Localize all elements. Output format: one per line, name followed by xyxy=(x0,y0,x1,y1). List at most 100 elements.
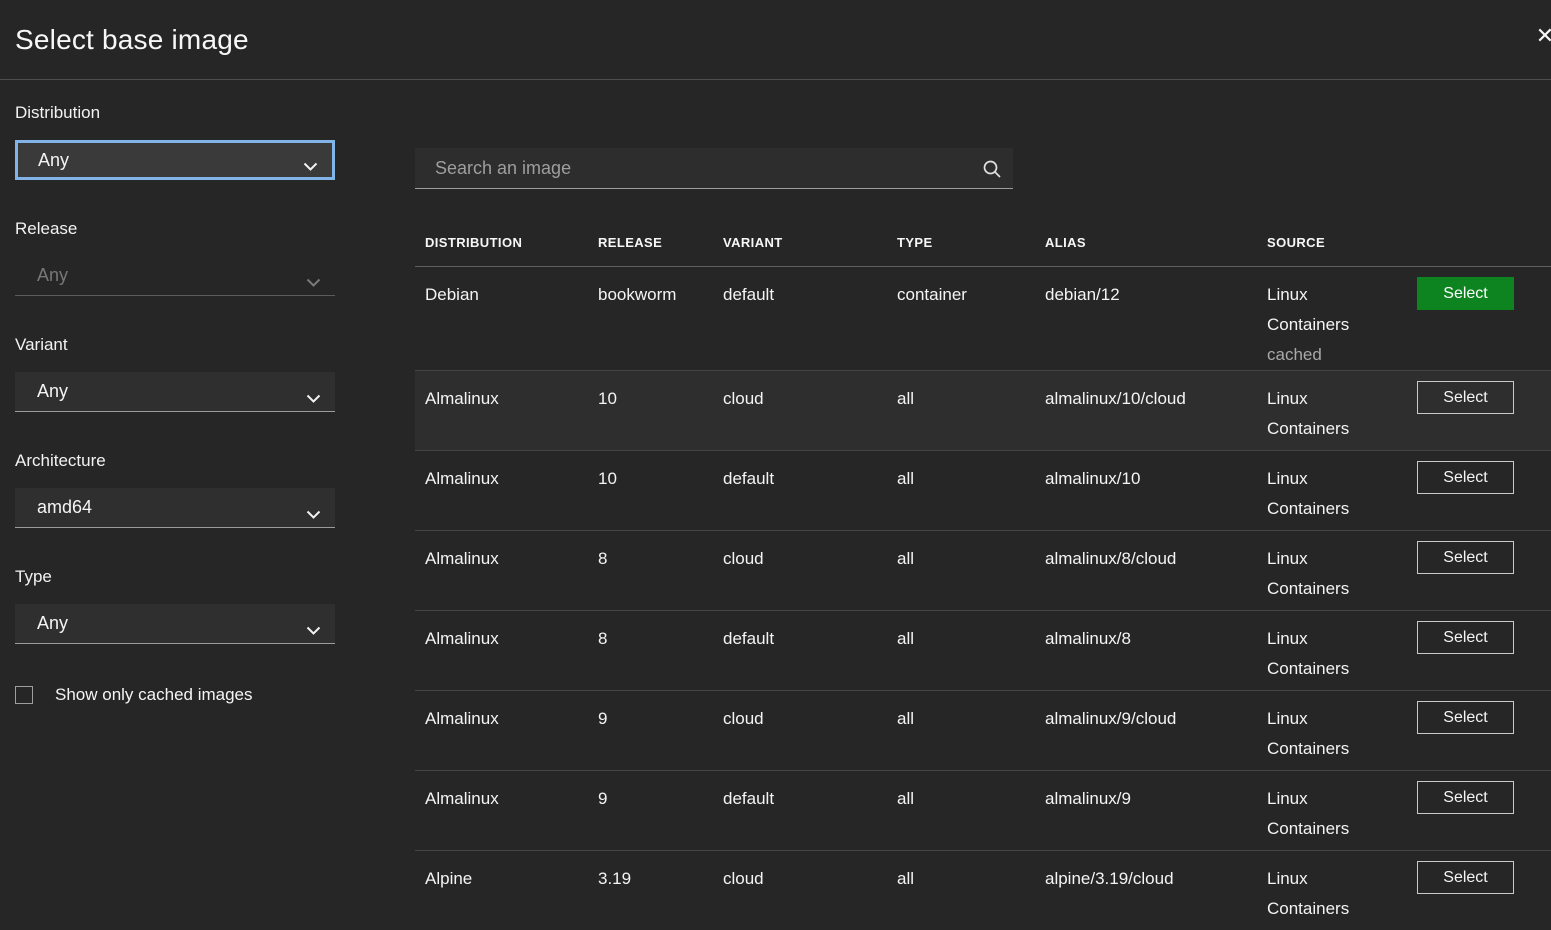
cell-release: 10 xyxy=(598,371,723,450)
cell-alias: almalinux/8/cloud xyxy=(1045,531,1267,610)
cell-variant: default xyxy=(723,267,897,370)
cell-type: all xyxy=(897,691,1045,770)
cell-alias: almalinux/10/cloud xyxy=(1045,371,1267,450)
table-row: Almalinux 9 cloud all almalinux/9/cloud … xyxy=(415,690,1551,770)
cell-actions: Select xyxy=(1417,531,1551,610)
cell-source: Linux Containers xyxy=(1267,851,1417,930)
table-header: DISTRIBUTION RELEASE VARIANT TYPE ALIAS … xyxy=(415,220,1551,267)
release-select: Any xyxy=(15,256,335,296)
cell-source: Linux Containers xyxy=(1267,771,1417,850)
cell-release: 9 xyxy=(598,771,723,850)
select-button[interactable]: Select xyxy=(1417,701,1514,734)
search-input[interactable] xyxy=(415,148,1013,188)
select-button[interactable]: Select xyxy=(1417,621,1514,654)
cached-checkbox[interactable] xyxy=(15,686,33,704)
search-icon[interactable] xyxy=(981,158,1003,185)
variant-select-value: Any xyxy=(37,381,68,402)
cell-release: 8 xyxy=(598,611,723,690)
select-button[interactable]: Select xyxy=(1417,781,1514,814)
source-text: Linux Containers xyxy=(1267,285,1349,334)
cell-release: 9 xyxy=(598,691,723,770)
source-text: Linux Containers xyxy=(1267,869,1349,918)
cell-type: all xyxy=(897,531,1045,610)
cell-source: Linux Containers cached xyxy=(1267,267,1417,370)
cell-alias: almalinux/8 xyxy=(1045,611,1267,690)
type-select[interactable]: Any xyxy=(15,604,335,644)
col-header-type: TYPE xyxy=(897,220,1045,266)
cell-source: Linux Containers xyxy=(1267,371,1417,450)
distribution-label: Distribution xyxy=(15,103,335,123)
table-row: Almalinux 10 default all almalinux/10 Li… xyxy=(415,450,1551,530)
cell-distribution: Almalinux xyxy=(415,611,598,690)
page-title: Select base image xyxy=(15,24,249,56)
architecture-select[interactable]: amd64 xyxy=(15,488,335,528)
select-button[interactable]: Select xyxy=(1417,861,1514,894)
cell-alias: debian/12 xyxy=(1045,267,1267,370)
source-text: Linux Containers xyxy=(1267,629,1349,678)
type-select-value: Any xyxy=(37,613,68,634)
cell-actions: Select xyxy=(1417,371,1551,450)
cell-variant: default xyxy=(723,771,897,850)
cell-variant: cloud xyxy=(723,851,897,930)
architecture-label: Architecture xyxy=(15,451,335,471)
cell-release: 3.19 xyxy=(598,851,723,930)
cell-source: Linux Containers xyxy=(1267,531,1417,610)
cached-checkbox-row[interactable]: Show only cached images xyxy=(15,685,335,705)
cell-alias: almalinux/9/cloud xyxy=(1045,691,1267,770)
chevron-down-icon xyxy=(306,272,321,293)
cell-variant: default xyxy=(723,611,897,690)
col-header-actions xyxy=(1417,220,1551,266)
chevron-down-icon xyxy=(303,156,318,177)
image-table: DISTRIBUTION RELEASE VARIANT TYPE ALIAS … xyxy=(415,220,1551,930)
cell-distribution: Almalinux xyxy=(415,771,598,850)
variant-label: Variant xyxy=(15,335,335,355)
distribution-select-value: Any xyxy=(38,150,69,171)
cell-type: all xyxy=(897,451,1045,530)
col-header-alias: ALIAS xyxy=(1045,220,1267,266)
cell-distribution: Alpine xyxy=(415,851,598,930)
search-bar xyxy=(415,148,1013,189)
cell-release: 8 xyxy=(598,531,723,610)
cell-type: all xyxy=(897,371,1045,450)
select-button[interactable]: Select xyxy=(1417,461,1514,494)
select-button[interactable]: Select xyxy=(1417,541,1514,574)
cell-distribution: Almalinux xyxy=(415,371,598,450)
close-icon[interactable]: ✕ xyxy=(1529,20,1551,52)
chevron-down-icon xyxy=(306,388,321,409)
table-row: Alpine 3.19 cloud all alpine/3.19/cloud … xyxy=(415,850,1551,930)
variant-select[interactable]: Any xyxy=(15,372,335,412)
cell-type: all xyxy=(897,611,1045,690)
table-row: Almalinux 9 default all almalinux/9 Linu… xyxy=(415,770,1551,850)
source-text: Linux Containers xyxy=(1267,469,1349,518)
release-label: Release xyxy=(15,219,335,239)
cell-actions: Select xyxy=(1417,451,1551,530)
cell-source: Linux Containers xyxy=(1267,691,1417,770)
source-text: Linux Containers xyxy=(1267,789,1349,838)
table-row: Debian bookworm default container debian… xyxy=(415,267,1551,370)
distribution-select[interactable]: Any xyxy=(15,140,335,180)
cell-source: Linux Containers xyxy=(1267,611,1417,690)
filter-panel: Distribution Any Release Any Variant Any… xyxy=(15,103,335,705)
select-button[interactable]: Select xyxy=(1417,277,1514,310)
table-row: Almalinux 10 cloud all almalinux/10/clou… xyxy=(415,370,1551,450)
cell-type: container xyxy=(897,267,1045,370)
cell-type: all xyxy=(897,771,1045,850)
chevron-down-icon xyxy=(306,620,321,641)
cell-source: Linux Containers xyxy=(1267,451,1417,530)
source-text: Linux Containers xyxy=(1267,389,1349,438)
cell-actions: Select xyxy=(1417,691,1551,770)
table-row: Almalinux 8 cloud all almalinux/8/cloud … xyxy=(415,530,1551,610)
cell-distribution: Almalinux xyxy=(415,451,598,530)
col-header-variant: VARIANT xyxy=(723,220,897,266)
cell-actions: Select xyxy=(1417,851,1551,930)
select-button[interactable]: Select xyxy=(1417,381,1514,414)
source-text: Linux Containers xyxy=(1267,709,1349,758)
cell-actions: Select xyxy=(1417,267,1551,370)
cell-variant: default xyxy=(723,451,897,530)
cell-distribution: Almalinux xyxy=(415,531,598,610)
source-text: Linux Containers xyxy=(1267,549,1349,598)
modal-header: Select base image ✕ xyxy=(0,0,1551,80)
cell-release: bookworm xyxy=(598,267,723,370)
cell-alias: almalinux/10 xyxy=(1045,451,1267,530)
architecture-select-value: amd64 xyxy=(37,497,92,518)
